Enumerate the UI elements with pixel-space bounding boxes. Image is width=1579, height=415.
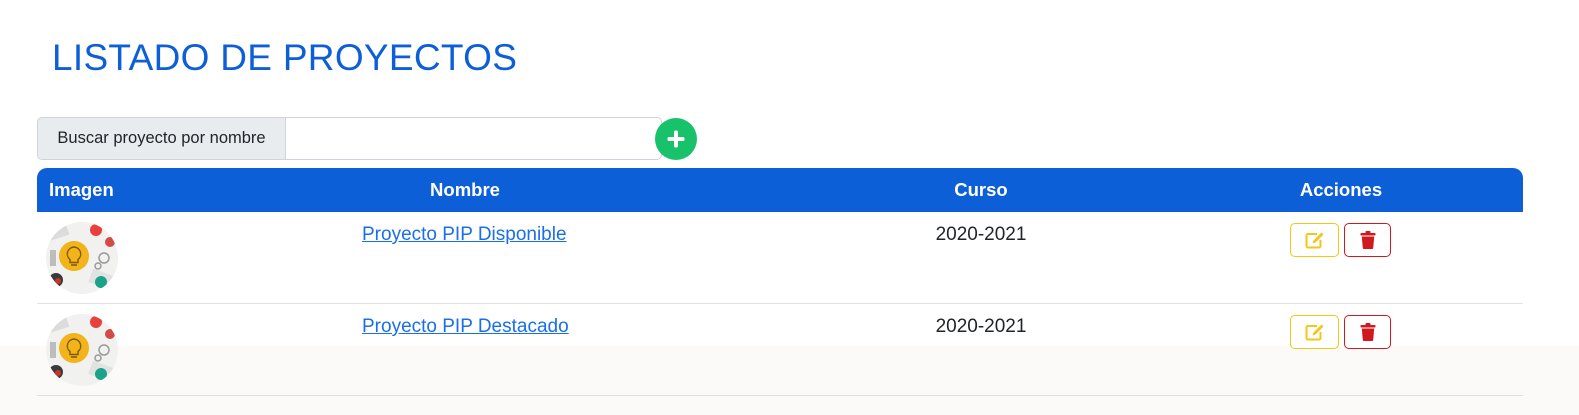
edit-icon <box>1305 232 1323 249</box>
project-thumbnail <box>46 314 118 386</box>
page: LISTADO DE PROYECTOS Buscar proyecto por… <box>0 0 1579 415</box>
plus-icon <box>667 130 685 148</box>
table-row: Proyecto PIP Destacado 2020-2021 <box>37 304 1523 396</box>
project-name-link[interactable]: Proyecto PIP Disponible <box>362 224 567 246</box>
projects-table: Imagen Nombre Curso Acciones Proyecto PI… <box>37 168 1523 396</box>
page-title: LISTADO DE PROYECTOS <box>52 37 518 78</box>
table-header: Imagen Nombre Curso Acciones <box>37 168 1523 212</box>
column-header-nombre: Nombre <box>430 179 500 200</box>
search-group: Buscar proyecto por nombre <box>37 117 662 160</box>
add-project-button[interactable] <box>655 118 697 160</box>
project-thumbnail-image <box>46 314 118 386</box>
table-row: Proyecto PIP Disponible 2020-2021 <box>37 212 1523 304</box>
column-header-acciones: Acciones <box>1299 179 1383 200</box>
delete-button[interactable] <box>1344 223 1391 257</box>
search-label: Buscar proyecto por nombre <box>37 117 286 160</box>
project-thumbnail <box>46 222 118 294</box>
trash-icon <box>1360 231 1375 249</box>
column-header-imagen: Imagen <box>49 179 114 200</box>
edit-button[interactable] <box>1290 223 1339 257</box>
delete-button[interactable] <box>1344 315 1391 349</box>
search-input[interactable] <box>286 117 662 160</box>
project-thumbnail-image <box>46 222 118 294</box>
edit-icon <box>1305 324 1323 341</box>
trash-icon <box>1360 323 1375 341</box>
project-curso: 2020-2021 <box>935 224 1027 245</box>
column-header-curso: Curso <box>954 179 1008 200</box>
edit-button[interactable] <box>1290 315 1339 349</box>
project-name-link[interactable]: Proyecto PIP Destacado <box>362 316 569 338</box>
project-curso: 2020-2021 <box>935 316 1027 337</box>
